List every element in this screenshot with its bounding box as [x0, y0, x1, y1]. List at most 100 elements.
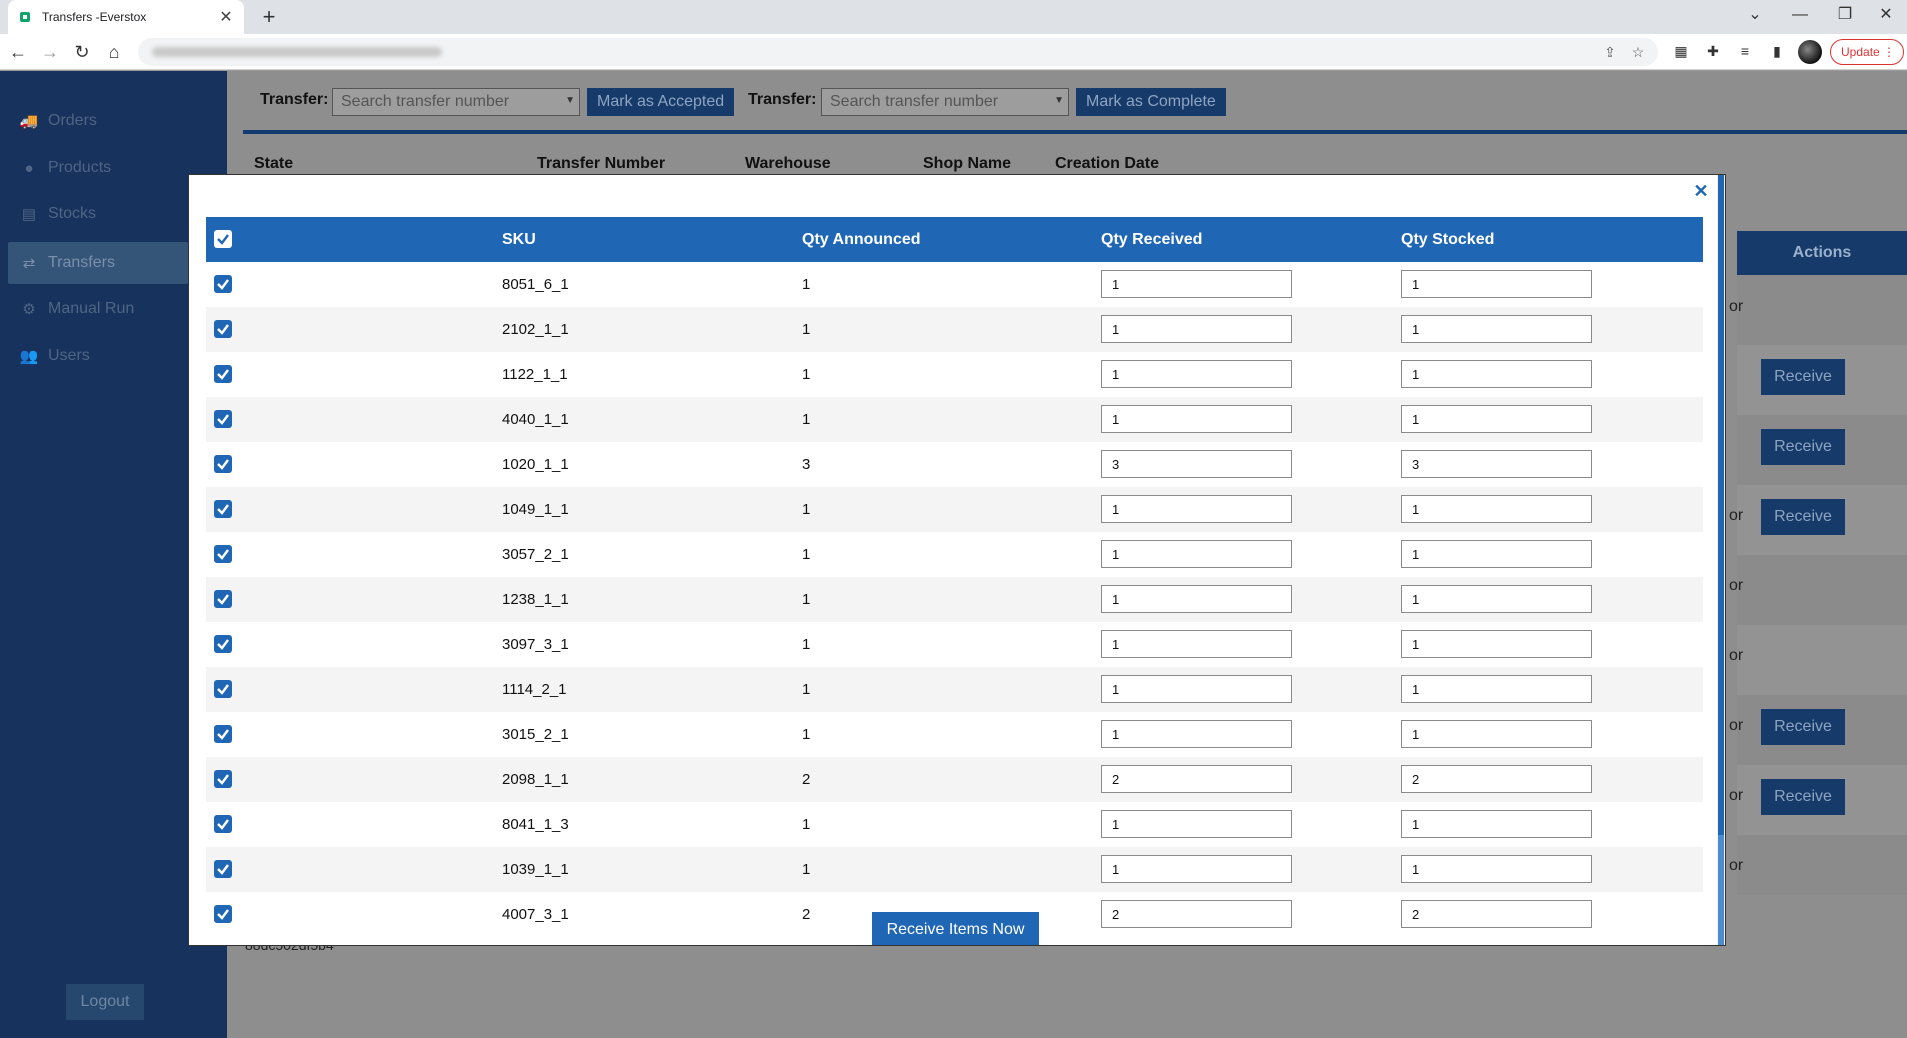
address-bar[interactable]: ⇪ ☆ — [138, 38, 1658, 66]
column-qty-stocked: Qty Stocked — [1401, 231, 1495, 248]
receive-button[interactable]: Receive — [1761, 709, 1845, 745]
qty-stocked-input[interactable] — [1401, 765, 1592, 793]
sku-cell: 2102_1_1 — [502, 321, 569, 338]
sku-cell: 1020_1_1 — [502, 456, 569, 473]
qty-received-input[interactable] — [1101, 450, 1292, 478]
extension-icon[interactable]: ▦ — [1670, 40, 1692, 62]
receive-button[interactable]: Receive — [1761, 779, 1845, 815]
complete-transfer-select[interactable]: Search transfer number ▼ — [821, 88, 1069, 116]
sidebar-item-orders[interactable]: 🚚 Orders — [8, 100, 188, 142]
qty-received-input[interactable] — [1101, 855, 1292, 883]
back-icon[interactable]: ← — [4, 38, 32, 66]
qty-stocked-input[interactable] — [1401, 630, 1592, 658]
checkmark-icon — [217, 279, 229, 290]
row-checkbox[interactable] — [214, 590, 232, 608]
qty-stocked-input[interactable] — [1401, 810, 1592, 838]
sidebar-item-stocks[interactable]: ▤ Stocks — [8, 193, 188, 235]
bookmark-star-icon[interactable]: ☆ — [1628, 42, 1648, 62]
receive-button[interactable]: Receive — [1761, 499, 1845, 535]
qty-received-input[interactable] — [1101, 540, 1292, 568]
qty-stocked-input[interactable] — [1401, 495, 1592, 523]
tab-search-icon[interactable]: ⌄ — [1735, 0, 1775, 34]
reload-icon[interactable]: ↻ — [68, 38, 96, 66]
qty-received-input[interactable] — [1101, 495, 1292, 523]
table-row: 2102_1_1 1 — [206, 307, 1703, 352]
restore-button[interactable]: ❐ — [1825, 0, 1865, 34]
row-checkbox[interactable] — [214, 905, 232, 923]
qty-received-input[interactable] — [1101, 630, 1292, 658]
share-icon[interactable]: ⇪ — [1600, 42, 1620, 62]
qty-stocked-input[interactable] — [1401, 585, 1592, 613]
row-checkbox[interactable] — [214, 455, 232, 473]
qty-stocked-input[interactable] — [1401, 315, 1592, 343]
checkmark-icon — [217, 459, 229, 470]
media-icon[interactable]: ≡ — [1734, 40, 1756, 62]
row-checkbox[interactable] — [214, 365, 232, 383]
checkmark-icon — [217, 909, 229, 920]
row-checkbox[interactable] — [214, 500, 232, 518]
mark-accepted-button[interactable]: Mark as Accepted — [587, 88, 735, 116]
row-checkbox[interactable] — [214, 545, 232, 563]
qty-received-input[interactable] — [1101, 900, 1292, 928]
table-row: 1020_1_1 3 — [206, 442, 1703, 487]
qty-stocked-input[interactable] — [1401, 450, 1592, 478]
tab-close-icon[interactable]: ✕ — [218, 7, 234, 27]
row-checkbox[interactable] — [214, 815, 232, 833]
sidepanel-icon[interactable]: ▮ — [1766, 40, 1788, 62]
qty-received-input[interactable] — [1101, 405, 1292, 433]
profile-avatar[interactable] — [1798, 40, 1822, 64]
qty-received-input[interactable] — [1101, 585, 1292, 613]
qty-received-input[interactable] — [1101, 765, 1292, 793]
receive-items-now-button[interactable]: Receive Items Now — [872, 912, 1039, 945]
qty-stocked-input[interactable] — [1401, 405, 1592, 433]
qty-received-input[interactable] — [1101, 360, 1292, 388]
logout-button[interactable]: Logout — [66, 984, 144, 1020]
scrollbar-thumb[interactable] — [1718, 175, 1724, 835]
row-checkbox[interactable] — [214, 770, 232, 788]
qty-stocked-input[interactable] — [1401, 540, 1592, 568]
accept-transfer-select[interactable]: Search transfer number ▼ — [332, 88, 580, 116]
qty-received-input[interactable] — [1101, 720, 1292, 748]
row-checkbox[interactable] — [214, 860, 232, 878]
mark-complete-button[interactable]: Mark as Complete — [1076, 88, 1226, 116]
close-icon[interactable]: ✕ — [1691, 181, 1711, 201]
new-tab-button[interactable]: + — [256, 4, 282, 30]
sidebar-item-manual-run[interactable]: ⚙ Manual Run — [8, 288, 188, 330]
receive-button[interactable]: Receive — [1761, 429, 1845, 465]
checkmark-icon — [217, 324, 229, 335]
qty-announced-cell: 2 — [802, 906, 811, 923]
select-all-checkbox[interactable] — [214, 230, 232, 248]
row-checkbox[interactable] — [214, 410, 232, 428]
row-checkbox[interactable] — [214, 275, 232, 293]
browser-tab[interactable]: Transfers -Everstox ✕ — [8, 0, 244, 34]
receive-button[interactable]: Receive — [1761, 359, 1845, 395]
modal-table-body: 8051_6_1 1 2102_1_1 1 1122_1_1 1 4040_1_1 1 1020… — [206, 262, 1703, 937]
qty-received-input[interactable] — [1101, 675, 1292, 703]
qty-received-input[interactable] — [1101, 315, 1292, 343]
modal-scrollbar[interactable] — [1717, 175, 1725, 945]
puzzle-icon[interactable]: ✚ — [1702, 40, 1724, 62]
qty-stocked-input[interactable] — [1401, 270, 1592, 298]
table-row: 3097_3_1 1 — [206, 622, 1703, 667]
sidebar-item-products[interactable]: ● Products — [8, 147, 188, 189]
qty-stocked-input[interactable] — [1401, 720, 1592, 748]
qty-received-input[interactable] — [1101, 270, 1292, 298]
qty-stocked-input[interactable] — [1401, 360, 1592, 388]
qty-received-input[interactable] — [1101, 810, 1292, 838]
row-checkbox[interactable] — [214, 635, 232, 653]
qty-stocked-input[interactable] — [1401, 900, 1592, 928]
qty-announced-cell: 1 — [802, 861, 811, 878]
sidebar-item-label: Manual Run — [48, 300, 135, 317]
sidebar-item-users[interactable]: 👥 Users — [8, 335, 188, 377]
home-icon[interactable]: ⌂ — [100, 38, 128, 66]
window-close-button[interactable]: ✕ — [1866, 0, 1906, 34]
update-button[interactable]: Update ⋮ — [1830, 39, 1904, 65]
minimize-button[interactable]: — — [1780, 0, 1820, 34]
row-checkbox[interactable] — [214, 680, 232, 698]
qty-stocked-input[interactable] — [1401, 855, 1592, 883]
qty-stocked-input[interactable] — [1401, 675, 1592, 703]
row-checkbox[interactable] — [214, 320, 232, 338]
row-checkbox[interactable] — [214, 725, 232, 743]
forward-icon[interactable]: → — [36, 38, 64, 66]
sidebar-item-transfers[interactable]: ⇄ Transfers — [8, 242, 188, 284]
